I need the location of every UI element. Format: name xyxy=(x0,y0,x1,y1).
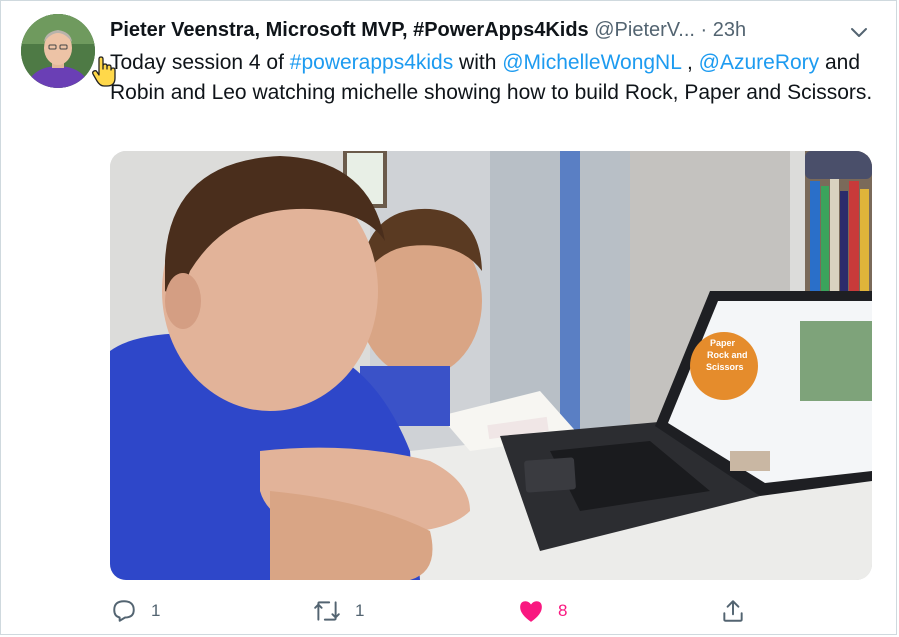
tweet-text: Today session 4 of #powerapps4kids with … xyxy=(110,48,880,108)
slide-title-line: Rock and xyxy=(707,350,748,360)
reply-button[interactable]: 1 xyxy=(111,591,160,631)
slide-title-line: Scissors xyxy=(706,362,744,372)
author-name[interactable]: Pieter Veenstra, Microsoft MVP, #PowerAp… xyxy=(110,19,589,41)
separator-dot: · xyxy=(700,19,708,41)
retweet-count: 1 xyxy=(355,601,365,620)
share-button[interactable] xyxy=(720,591,746,631)
tweet-header: Pieter Veenstra, Microsoft MVP, #PowerAp… xyxy=(110,15,876,45)
hashtag-link[interactable]: #powerapps4kids xyxy=(290,51,453,74)
mention-link[interactable]: @MichelleWongNL xyxy=(502,51,681,74)
chevron-down-icon[interactable] xyxy=(848,21,870,43)
like-button[interactable]: 8 xyxy=(518,591,567,631)
text-segment: , xyxy=(681,51,699,74)
tweet-photo[interactable]: Paper Rock and Scissors xyxy=(110,151,872,580)
tweet-timestamp[interactable]: 23h xyxy=(713,19,746,41)
tweet-actions: 1 1 8 xyxy=(1,591,899,631)
author-handle[interactable]: @PieterV... xyxy=(594,19,695,41)
hand-cursor-icon xyxy=(92,56,118,88)
mention-link[interactable]: @AzureRory xyxy=(699,51,820,74)
tweet-card[interactable]: Pieter Veenstra, Microsoft MVP, #PowerAp… xyxy=(0,0,897,635)
like-count: 8 xyxy=(558,601,568,620)
avatar[interactable] xyxy=(21,14,95,88)
heart-icon xyxy=(520,601,542,622)
share-icon xyxy=(723,600,743,622)
retweet-button[interactable]: 1 xyxy=(313,591,364,631)
text-segment: with xyxy=(453,51,503,74)
text-segment: Today session 4 of xyxy=(110,51,290,74)
reply-count: 1 xyxy=(151,601,161,620)
retweet-icon xyxy=(314,601,340,621)
slide-title-line: Paper xyxy=(710,338,736,348)
reply-icon xyxy=(113,600,135,622)
